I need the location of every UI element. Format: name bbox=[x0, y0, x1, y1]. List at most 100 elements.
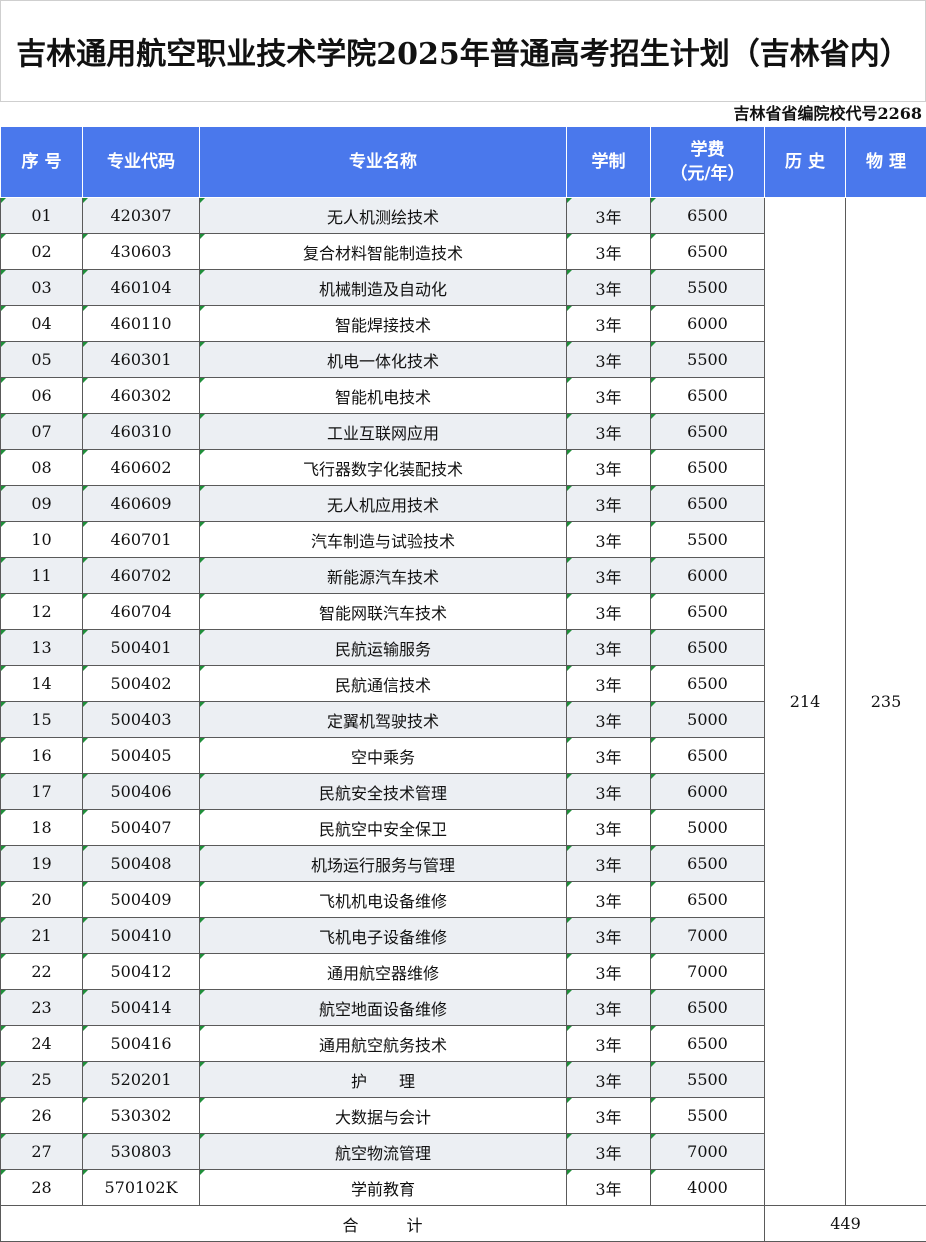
cell-duration: 3年 bbox=[567, 450, 651, 486]
cell-code: 570102K bbox=[83, 1170, 200, 1206]
cell-duration: 3年 bbox=[567, 414, 651, 450]
cell-duration: 3年 bbox=[567, 486, 651, 522]
cell-duration: 3年 bbox=[567, 1170, 651, 1206]
cell-code: 500405 bbox=[83, 738, 200, 774]
cell-duration: 3年 bbox=[567, 990, 651, 1026]
cell-seq: 03 bbox=[1, 270, 83, 306]
header-tuition: 学费 （元/年） bbox=[651, 127, 765, 198]
cell-seq: 27 bbox=[1, 1134, 83, 1170]
header-tuition-line1: 学费 bbox=[651, 138, 764, 162]
cell-duration: 3年 bbox=[567, 1062, 651, 1098]
cell-seq: 18 bbox=[1, 810, 83, 846]
cell-name: 民航安全技术管理 bbox=[200, 774, 567, 810]
cell-seq: 11 bbox=[1, 558, 83, 594]
cell-code: 500412 bbox=[83, 954, 200, 990]
cell-seq: 24 bbox=[1, 1026, 83, 1062]
cell-fee: 7000 bbox=[651, 1134, 765, 1170]
cell-duration: 3年 bbox=[567, 270, 651, 306]
cell-duration: 3年 bbox=[567, 378, 651, 414]
cell-code: 500416 bbox=[83, 1026, 200, 1062]
cell-duration: 3年 bbox=[567, 306, 651, 342]
cell-code: 500402 bbox=[83, 666, 200, 702]
cell-fee: 5500 bbox=[651, 342, 765, 378]
cell-code: 460310 bbox=[83, 414, 200, 450]
cell-fee: 5500 bbox=[651, 522, 765, 558]
enrollment-plan-table: 序 号 专业代码 专业名称 学制 学费 （元/年） 历 史 物 理 014203… bbox=[0, 126, 926, 1242]
cell-name: 机电一体化技术 bbox=[200, 342, 567, 378]
cell-duration: 3年 bbox=[567, 594, 651, 630]
cell-seq: 15 bbox=[1, 702, 83, 738]
cell-duration: 3年 bbox=[567, 666, 651, 702]
cell-code: 530803 bbox=[83, 1134, 200, 1170]
cell-name: 机场运行服务与管理 bbox=[200, 846, 567, 882]
cell-code: 500403 bbox=[83, 702, 200, 738]
cell-duration: 3年 bbox=[567, 738, 651, 774]
cell-seq: 09 bbox=[1, 486, 83, 522]
cell-duration: 3年 bbox=[567, 522, 651, 558]
cell-name: 空中乘务 bbox=[200, 738, 567, 774]
cell-code: 420307 bbox=[83, 198, 200, 234]
cell-name: 民航运输服务 bbox=[200, 630, 567, 666]
header-code: 专业代码 bbox=[83, 127, 200, 198]
header-seq: 序 号 bbox=[1, 127, 83, 198]
cell-seq: 08 bbox=[1, 450, 83, 486]
cell-name: 护 理 bbox=[200, 1062, 567, 1098]
cell-code: 500407 bbox=[83, 810, 200, 846]
cell-code: 460609 bbox=[83, 486, 200, 522]
cell-name: 航空物流管理 bbox=[200, 1134, 567, 1170]
cell-code: 500414 bbox=[83, 990, 200, 1026]
cell-fee: 6500 bbox=[651, 450, 765, 486]
cell-fee: 6500 bbox=[651, 594, 765, 630]
cell-name: 新能源汽车技术 bbox=[200, 558, 567, 594]
header-physics: 物 理 bbox=[846, 127, 926, 198]
cell-name: 工业互联网应用 bbox=[200, 414, 567, 450]
cell-code: 460301 bbox=[83, 342, 200, 378]
cell-seq: 26 bbox=[1, 1098, 83, 1134]
cell-duration: 3年 bbox=[567, 342, 651, 378]
cell-code: 460602 bbox=[83, 450, 200, 486]
cell-duration: 3年 bbox=[567, 954, 651, 990]
cell-fee: 5500 bbox=[651, 270, 765, 306]
cell-name: 机械制造及自动化 bbox=[200, 270, 567, 306]
cell-seq: 16 bbox=[1, 738, 83, 774]
cell-name: 智能机电技术 bbox=[200, 378, 567, 414]
cell-code: 500409 bbox=[83, 882, 200, 918]
document-page: 吉林通用航空职业技术学院2025年普通高考招生计划（吉林省内） 吉林省省编院校代… bbox=[0, 0, 926, 1241]
total-value: 449 bbox=[765, 1206, 926, 1242]
cell-seq: 23 bbox=[1, 990, 83, 1026]
page-title: 吉林通用航空职业技术学院2025年普通高考招生计划（吉林省内） bbox=[16, 29, 910, 73]
cell-seq: 07 bbox=[1, 414, 83, 450]
header-history: 历 史 bbox=[765, 127, 846, 198]
cell-code: 460704 bbox=[83, 594, 200, 630]
cell-seq: 10 bbox=[1, 522, 83, 558]
cell-name: 民航空中安全保卫 bbox=[200, 810, 567, 846]
cell-duration: 3年 bbox=[567, 198, 651, 234]
cell-seq: 17 bbox=[1, 774, 83, 810]
cell-name: 航空地面设备维修 bbox=[200, 990, 567, 1026]
cell-seq: 28 bbox=[1, 1170, 83, 1206]
cell-code: 500408 bbox=[83, 846, 200, 882]
cell-name: 定翼机驾驶技术 bbox=[200, 702, 567, 738]
cell-code: 500410 bbox=[83, 918, 200, 954]
cell-duration: 3年 bbox=[567, 1134, 651, 1170]
cell-fee: 6000 bbox=[651, 774, 765, 810]
table-body: 01420307无人机测绘技术3年650021423502430603复合材料智… bbox=[1, 198, 926, 1242]
cell-code: 520201 bbox=[83, 1062, 200, 1098]
cell-fee: 6500 bbox=[651, 234, 765, 270]
physics-quota: 235 bbox=[846, 198, 926, 1206]
school-code: 吉林省省编院校代号2268 bbox=[0, 102, 922, 127]
cell-code: 460701 bbox=[83, 522, 200, 558]
cell-fee: 5500 bbox=[651, 1062, 765, 1098]
cell-fee: 6500 bbox=[651, 198, 765, 234]
cell-name: 大数据与会计 bbox=[200, 1098, 567, 1134]
cell-fee: 6500 bbox=[651, 486, 765, 522]
cell-seq: 13 bbox=[1, 630, 83, 666]
cell-code: 460702 bbox=[83, 558, 200, 594]
cell-fee: 6500 bbox=[651, 846, 765, 882]
cell-code: 500406 bbox=[83, 774, 200, 810]
cell-name: 无人机应用技术 bbox=[200, 486, 567, 522]
cell-name: 飞机电子设备维修 bbox=[200, 918, 567, 954]
cell-name: 通用航空航务技术 bbox=[200, 1026, 567, 1062]
cell-seq: 04 bbox=[1, 306, 83, 342]
cell-duration: 3年 bbox=[567, 1098, 651, 1134]
